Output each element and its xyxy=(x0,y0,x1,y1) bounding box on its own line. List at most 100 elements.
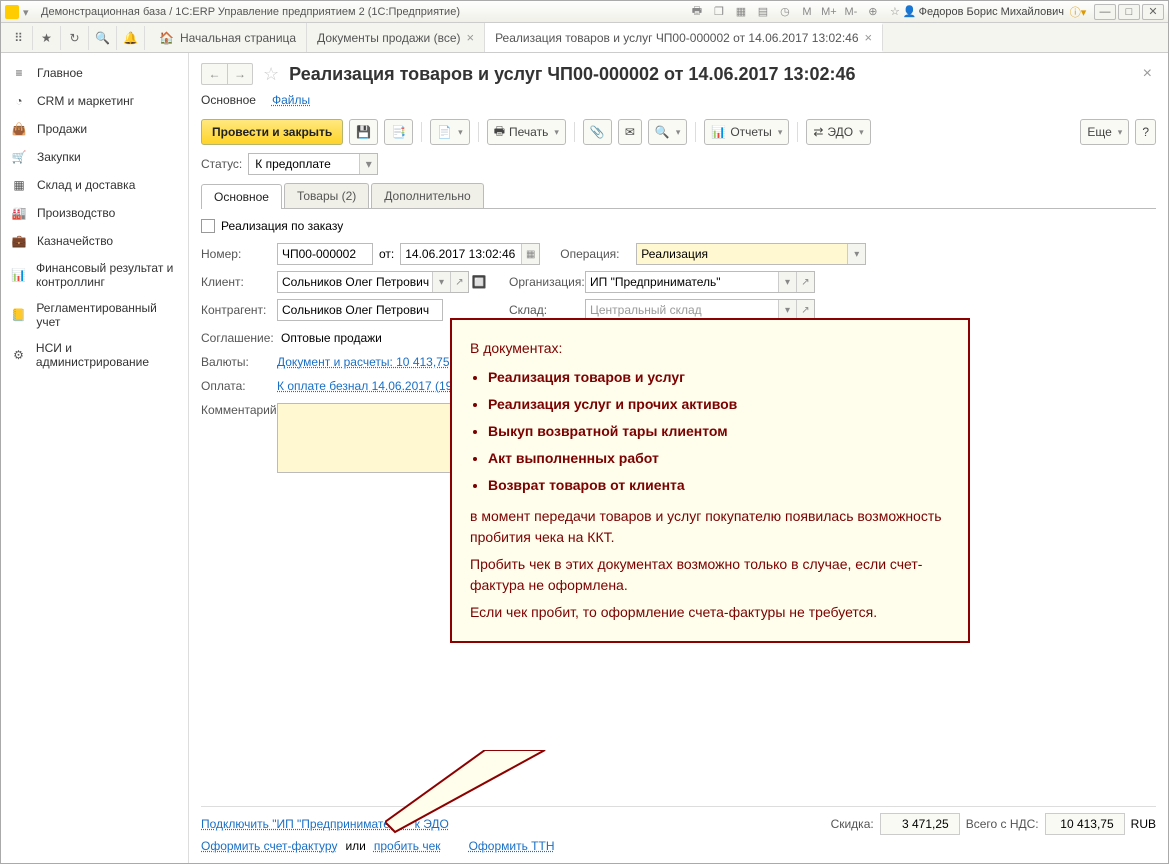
print-icon[interactable]: 🖶 xyxy=(689,4,705,20)
zoom-mplus-icon[interactable]: M+ xyxy=(821,4,837,20)
search-button[interactable]: 🔍 xyxy=(89,26,117,50)
user-menu[interactable]: 👤 Федоров Борис Михайлович xyxy=(903,5,1064,18)
sidebar-item-label: Казначейство xyxy=(37,234,113,248)
annotation-p3: Если чек пробит, то оформление счета-фак… xyxy=(470,602,950,623)
annotation-p2: Пробить чек в этих документах возможно т… xyxy=(470,554,950,596)
post-icon: 📑 xyxy=(391,125,406,139)
contragent-field[interactable]: Сольников Олег Петрович xyxy=(277,299,443,321)
notifications-button[interactable]: 🔔 xyxy=(117,26,145,50)
open-icon[interactable]: ↗ xyxy=(450,272,468,292)
grid-icon: ▦ xyxy=(11,177,27,193)
annotation-p1: в момент передачи товаров и услуг покупа… xyxy=(470,506,950,548)
by-order-checkbox[interactable] xyxy=(201,219,215,233)
sidebar-item-main[interactable]: ≡Главное xyxy=(1,59,188,87)
sidebar-item-treasury[interactable]: 💼Казначейство xyxy=(1,227,188,255)
org-value: ИП "Предприниматель" xyxy=(590,275,721,289)
calendar-icon[interactable]: ▤ xyxy=(755,4,771,20)
chevron-down-icon[interactable]: ▾ xyxy=(778,300,796,320)
window-minimize-button[interactable]: — xyxy=(1094,4,1116,20)
org-field[interactable]: ИП "Предприниматель" ▾↗ xyxy=(585,271,815,293)
discount-label: Скидка: xyxy=(831,817,874,831)
print-button[interactable]: 🖶Печать▾ xyxy=(487,119,566,145)
zoom-icon[interactable]: ⊕ xyxy=(865,4,881,20)
info-icon[interactable]: ⓘ▾ xyxy=(1070,4,1086,20)
currency-link[interactable]: Документ и расчеты: 10 413,75 xyxy=(277,355,450,369)
sidebar-item-label: Регламентированный учет xyxy=(36,301,178,329)
sidebar-item-label: Склад и доставка xyxy=(37,178,135,192)
chevron-down-icon[interactable]: ▾ xyxy=(847,244,865,264)
app-logo-icon xyxy=(5,5,19,19)
chevron-down-icon[interactable]: ▾ xyxy=(778,272,796,292)
chevron-down-icon[interactable]: ▾ xyxy=(359,154,377,174)
window-close-button[interactable]: ✕ xyxy=(1142,4,1164,20)
attach-button[interactable]: 📎 xyxy=(583,119,612,145)
edo-button[interactable]: ⇄ЭДО▾ xyxy=(806,119,870,145)
sidebar-item-admin[interactable]: ⚙НСИ и администрирование xyxy=(1,335,188,375)
window-maximize-button[interactable]: □ xyxy=(1118,4,1140,20)
nav-tab-documents[interactable]: Документы продажи (все) × xyxy=(307,23,485,52)
zoom-m-icon[interactable]: M xyxy=(799,4,815,20)
payment-link[interactable]: К оплате безнал 14.06.2017 (19% xyxy=(277,379,463,393)
sidebar-item-sales[interactable]: 👜Продажи xyxy=(1,115,188,143)
open-icon[interactable]: ↗ xyxy=(796,300,814,320)
open-icon[interactable]: ↗ xyxy=(796,272,814,292)
org-label: Организация: xyxy=(509,275,585,289)
sidebar-item-crm[interactable]: ◔CRM и маркетинг xyxy=(1,87,188,115)
issue-invoice-link[interactable]: Оформить счет-фактуру xyxy=(201,839,337,853)
help-button[interactable]: ? xyxy=(1135,119,1156,145)
inspect-button[interactable]: 🔍▾ xyxy=(648,119,687,145)
reports-button[interactable]: 📊Отчеты▾ xyxy=(704,119,789,145)
sidebar-item-label: НСИ и администрирование xyxy=(36,341,178,369)
form-tab-main[interactable]: Основное xyxy=(201,184,282,209)
form-tab-goods[interactable]: Товары (2) xyxy=(284,183,369,208)
date-field[interactable]: 14.06.2017 13:02:46 ▦ xyxy=(400,243,540,265)
post-and-close-button[interactable]: Провести и закрыть xyxy=(201,119,343,145)
status-select[interactable]: К предоплате ▾ xyxy=(248,153,378,175)
calendar-icon[interactable]: ▦ xyxy=(521,244,539,264)
document-close-button[interactable]: × xyxy=(1139,61,1156,87)
app-menu-dropdown-icon[interactable]: ▾ xyxy=(23,6,35,18)
copy-icon[interactable]: ❐ xyxy=(711,4,727,20)
sidebar-item-warehouse[interactable]: ▦ Склад и доставка xyxy=(1,171,188,199)
clock-icon[interactable]: ◷ xyxy=(777,4,793,20)
sidebar-item-finance[interactable]: 📊Финансовый результат и контроллинг xyxy=(1,255,188,295)
print-label: Печать xyxy=(509,125,548,139)
calc-icon[interactable]: ▦ xyxy=(733,4,749,20)
nav-tab-home[interactable]: 🏠 Начальная страница xyxy=(149,23,307,52)
more-label: Еще xyxy=(1087,125,1111,139)
zoom-mminus-icon[interactable]: M- xyxy=(843,4,859,20)
favorite-icon[interactable]: ☆ xyxy=(887,4,903,20)
chevron-down-icon[interactable]: ▾ xyxy=(432,272,450,292)
nav-tab-label: Начальная страница xyxy=(180,31,296,45)
comment-label: Комментарий: xyxy=(201,403,277,417)
nav-tab-label: Документы продажи (все) xyxy=(317,31,460,45)
user-icon: 👤 xyxy=(903,5,917,18)
history-button[interactable]: ↻ xyxy=(61,26,89,50)
close-icon[interactable]: × xyxy=(466,30,474,45)
form-tab-extra[interactable]: Дополнительно xyxy=(371,183,483,208)
sidebar-item-production[interactable]: 🏭Производство xyxy=(1,199,188,227)
operation-field[interactable]: Реализация ▾ xyxy=(636,243,866,265)
mail-button[interactable]: ✉ xyxy=(618,119,642,145)
nav-tab-realization[interactable]: Реализация товаров и услуг ЧП00-000002 о… xyxy=(485,23,883,52)
save-button[interactable]: 💾 xyxy=(349,119,378,145)
sidebar-item-regulated[interactable]: 📒Регламентированный учет xyxy=(1,295,188,335)
card-icon[interactable]: 🔲 xyxy=(469,275,489,289)
edo-label: ЭДО xyxy=(827,125,853,139)
subtab-files[interactable]: Файлы xyxy=(272,93,310,109)
close-icon[interactable]: × xyxy=(865,30,873,45)
more-button[interactable]: Еще▾ xyxy=(1080,119,1129,145)
number-field[interactable]: ЧП00-000002 xyxy=(277,243,373,265)
apps-grid-button[interactable]: ⠿ xyxy=(5,26,33,50)
annotation-bullet: Реализация услуг и прочих активов xyxy=(488,394,950,415)
client-field[interactable]: Сольников Олег Петрович ▾↗ xyxy=(277,271,469,293)
sidebar-item-purchases[interactable]: 🛒Закупки xyxy=(1,143,188,171)
nav-forward-button[interactable]: → xyxy=(227,63,253,85)
subtab-main[interactable]: Основное xyxy=(201,93,256,109)
factory-icon: 🏭 xyxy=(11,205,27,221)
post-button[interactable]: 📑 xyxy=(384,119,413,145)
create-based-button[interactable]: 📄▾ xyxy=(430,119,469,145)
favorite-toggle-icon[interactable]: ☆ xyxy=(263,64,279,85)
favorites-button[interactable]: ★ xyxy=(33,26,61,50)
nav-back-button[interactable]: ← xyxy=(201,63,227,85)
